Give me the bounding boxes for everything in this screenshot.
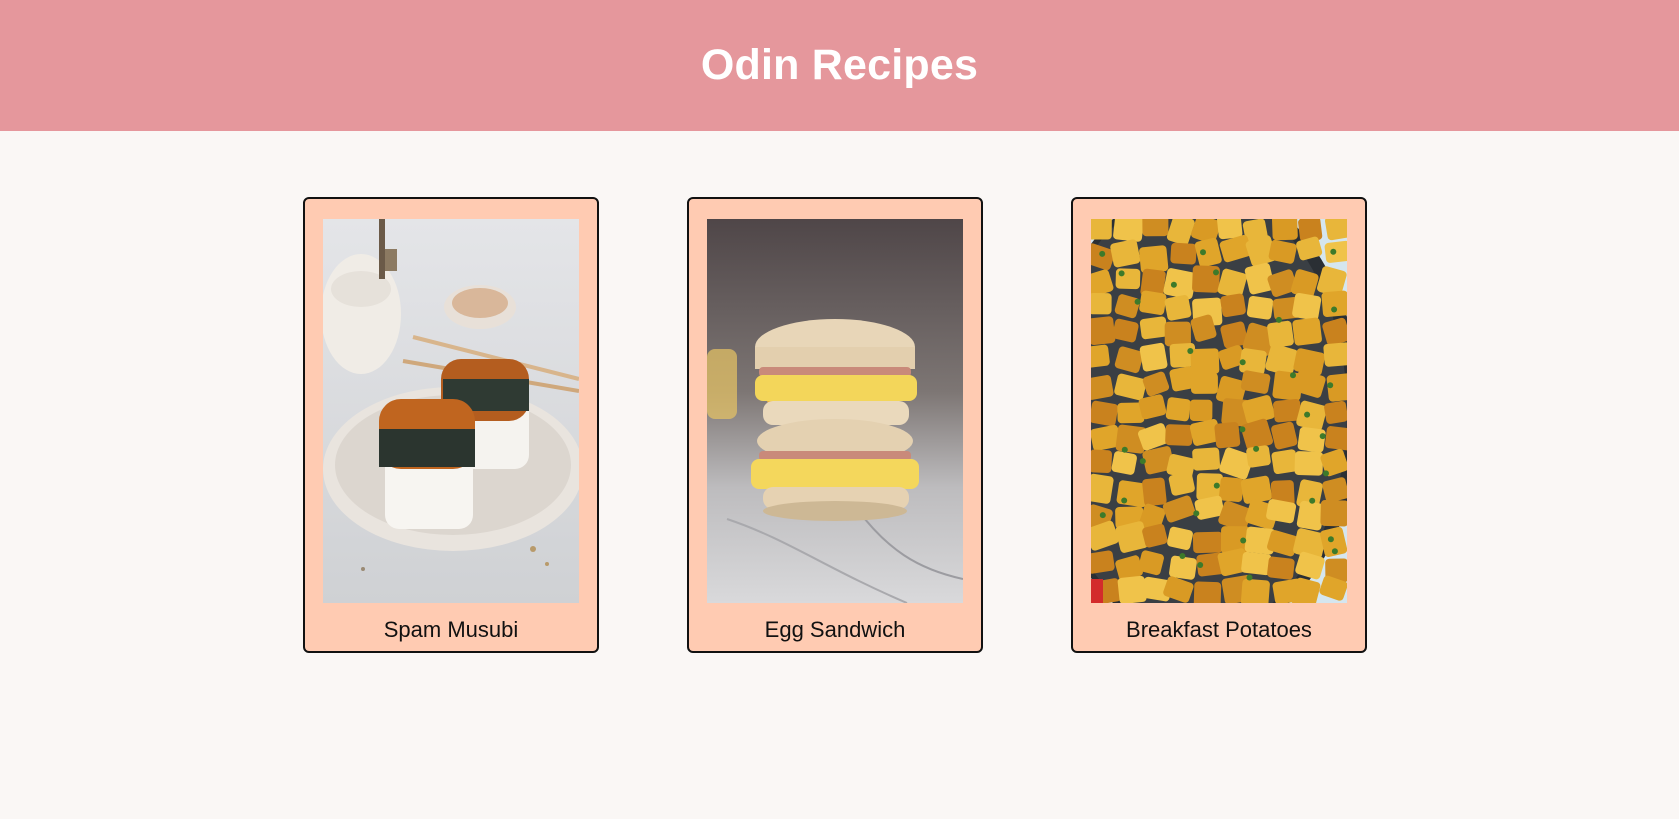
breakfast-potatoes-photo[interactable] xyxy=(1091,219,1347,603)
site-header: Odin Recipes xyxy=(0,0,1679,131)
recipe-card-egg-sandwich[interactable]: Egg Sandwich xyxy=(687,197,983,653)
recipe-name[interactable]: Breakfast Potatoes xyxy=(1126,617,1312,643)
spam-musubi-photo[interactable] xyxy=(323,219,579,603)
page-title: Odin Recipes xyxy=(700,41,979,89)
recipe-card-spam-musubi[interactable]: Spam Musubi xyxy=(303,197,599,653)
recipe-grid: Spam Musubi Egg Sandwich Breakfast Potat… xyxy=(303,197,1367,653)
recipe-card-breakfast-potatoes[interactable]: Breakfast Potatoes xyxy=(1071,197,1367,653)
recipe-name[interactable]: Spam Musubi xyxy=(384,617,519,643)
egg-sandwich-photo[interactable] xyxy=(707,219,963,603)
recipe-name[interactable]: Egg Sandwich xyxy=(765,617,906,643)
